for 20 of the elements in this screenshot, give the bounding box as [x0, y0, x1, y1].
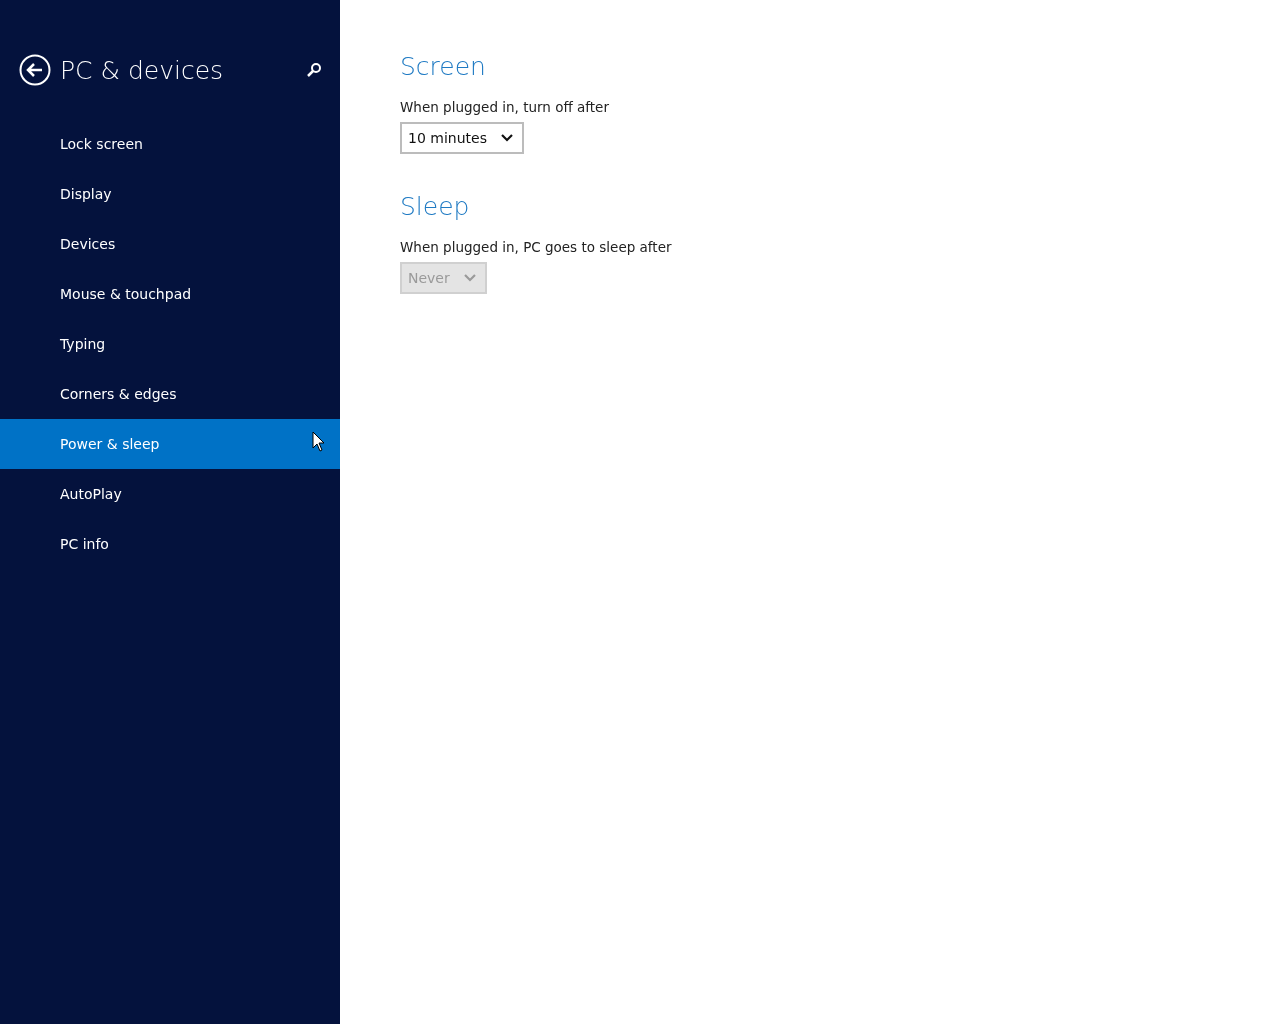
nav-item[interactable]: Display	[0, 169, 340, 219]
page-title: PC & devices	[60, 55, 225, 85]
nav-item[interactable]: Lock screen	[0, 119, 340, 169]
chevron-down-icon	[463, 274, 476, 282]
dropdown[interactable]: 10 minutes	[400, 122, 524, 154]
nav-item[interactable]: Power & sleep	[0, 419, 340, 469]
setting-label: When plugged in, PC goes to sleep after	[400, 239, 673, 255]
section-heading: Sleep	[400, 192, 471, 221]
nav-item[interactable]: AutoPlay	[0, 469, 340, 519]
nav-item[interactable]: Mouse & touchpad	[0, 269, 340, 319]
nav-item[interactable]: Typing	[0, 319, 340, 369]
chevron-down-icon	[500, 134, 513, 142]
nav-item[interactable]: Corners & edges	[0, 369, 340, 419]
setting-label: When plugged in, turn off after	[400, 99, 610, 115]
mouse-pointer-icon	[312, 431, 325, 452]
nav-item[interactable]: Devices	[0, 219, 340, 269]
nav-item[interactable]: PC info	[0, 519, 340, 569]
section-heading: Screen	[400, 52, 487, 81]
back-button[interactable]	[19, 54, 51, 86]
search-button[interactable]	[306, 62, 322, 78]
